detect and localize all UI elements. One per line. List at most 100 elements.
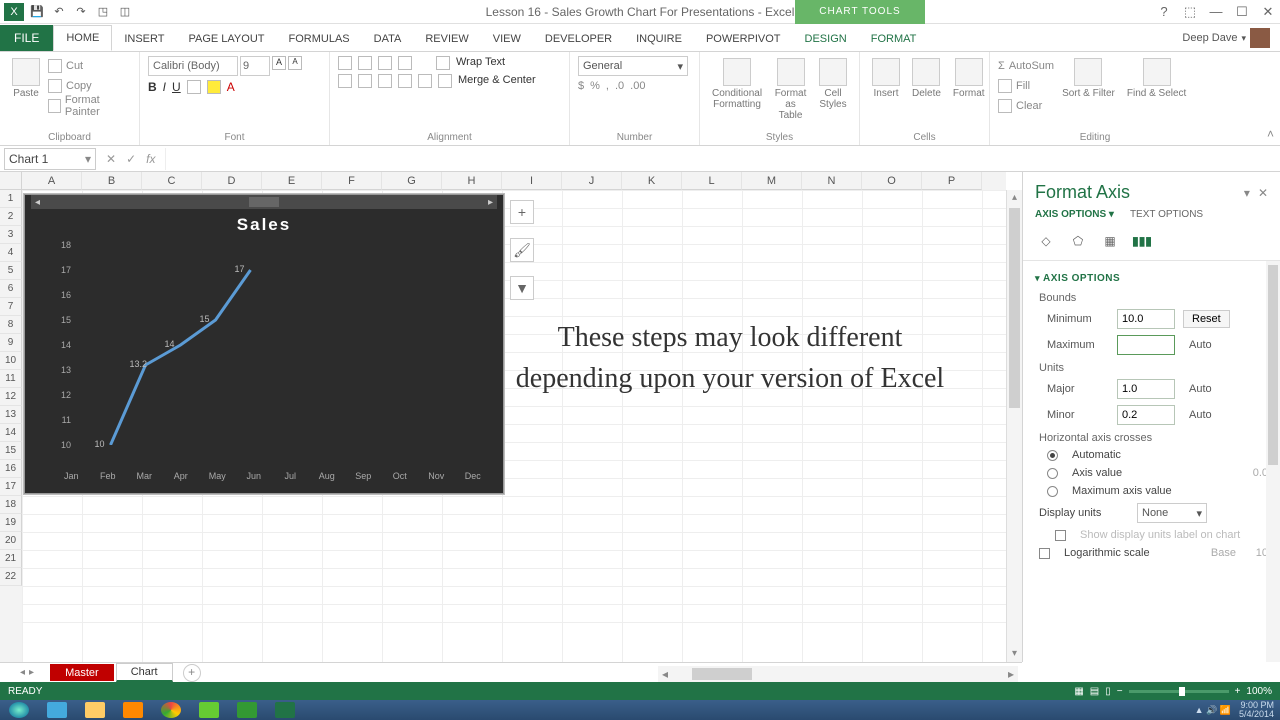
- zoom-in-icon[interactable]: +: [1235, 686, 1241, 697]
- row-header-5[interactable]: 5: [0, 262, 22, 280]
- chart-line-series[interactable]: [111, 270, 251, 445]
- currency-icon[interactable]: $: [578, 80, 584, 92]
- row-header-8[interactable]: 8: [0, 316, 22, 334]
- data-label[interactable]: 17: [235, 264, 245, 274]
- tab-design[interactable]: DESIGN: [793, 27, 859, 51]
- chart-filter-button[interactable]: ▼: [510, 276, 534, 300]
- axis-options-icon[interactable]: ▮▮▮: [1131, 230, 1153, 252]
- tab-review[interactable]: REVIEW: [413, 27, 480, 51]
- row-header-2[interactable]: 2: [0, 208, 22, 226]
- pane-tab-axis-options[interactable]: AXIS OPTIONS ▾: [1035, 209, 1114, 220]
- align-middle-icon[interactable]: [358, 56, 372, 70]
- col-header-K[interactable]: K: [622, 172, 682, 190]
- col-header-E[interactable]: E: [262, 172, 322, 190]
- pane-scroll-thumb[interactable]: [1268, 265, 1278, 465]
- col-header-J[interactable]: J: [562, 172, 622, 190]
- taskbar-utorrent-icon[interactable]: [190, 700, 228, 720]
- tab-formulas[interactable]: FORMULAS: [277, 27, 362, 51]
- close-icon[interactable]: ✕: [1256, 2, 1280, 22]
- dec-decimal-icon[interactable]: .00: [630, 80, 645, 92]
- zoom-level[interactable]: 100%: [1246, 686, 1272, 697]
- tab-powerpivot[interactable]: POWERPIVOT: [694, 27, 793, 51]
- redo-icon[interactable]: ↷: [72, 3, 90, 21]
- font-color-button[interactable]: A: [227, 80, 235, 94]
- col-header-A[interactable]: A: [22, 172, 82, 190]
- hcross-auto-radio[interactable]: Automatic: [1035, 446, 1268, 464]
- col-header-G[interactable]: G: [382, 172, 442, 190]
- pane-close-icon[interactable]: ✕: [1258, 186, 1268, 200]
- data-label[interactable]: 13.2: [130, 359, 148, 369]
- fx-icon[interactable]: fx: [146, 152, 155, 166]
- format-painter-button[interactable]: Format Painter: [48, 96, 131, 116]
- zoom-slider[interactable]: [1129, 690, 1229, 693]
- maximize-icon[interactable]: ☐: [1230, 2, 1254, 22]
- pane-options-icon[interactable]: ▾: [1244, 186, 1250, 200]
- minimum-reset-button[interactable]: Reset: [1183, 310, 1230, 328]
- chart-scroll-thumb[interactable]: [249, 197, 279, 207]
- excel-icon[interactable]: X: [4, 3, 24, 21]
- col-header-I[interactable]: I: [502, 172, 562, 190]
- hcross-value-radio[interactable]: Axis value0.0: [1035, 464, 1268, 482]
- number-format-select[interactable]: General▾: [578, 56, 688, 76]
- align-left-icon[interactable]: [338, 74, 352, 88]
- align-top-icon[interactable]: [338, 56, 352, 70]
- vertical-scrollbar[interactable]: ▴ ▾: [1006, 190, 1022, 662]
- tray-icons[interactable]: ▲ 🔊 📶: [1195, 705, 1231, 716]
- data-label[interactable]: 14: [165, 339, 175, 349]
- border-button[interactable]: [187, 80, 201, 94]
- horizontal-scrollbar[interactable]: ◂ ▸: [658, 666, 1018, 682]
- scroll-down-icon[interactable]: ▾: [1007, 646, 1022, 662]
- col-header-C[interactable]: C: [142, 172, 202, 190]
- hscroll-left-icon[interactable]: ◂: [658, 667, 672, 681]
- find-select-button[interactable]: Find & Select: [1123, 56, 1190, 101]
- sheet-tab-chart[interactable]: Chart: [116, 663, 173, 682]
- minimum-input[interactable]: [1117, 309, 1175, 329]
- hcross-max-radio[interactable]: Maximum axis value: [1035, 482, 1268, 500]
- row-header-17[interactable]: 17: [0, 478, 22, 496]
- chart-elements-button[interactable]: +: [510, 200, 534, 224]
- row-header-11[interactable]: 11: [0, 370, 22, 388]
- italic-button[interactable]: I: [163, 80, 166, 94]
- taskbar-ie-icon[interactable]: [38, 700, 76, 720]
- taskbar-chrome-icon[interactable]: [152, 700, 190, 720]
- formula-input[interactable]: [165, 148, 1280, 170]
- qat-icon-2[interactable]: ◫: [116, 3, 134, 21]
- orientation-icon[interactable]: [398, 56, 412, 70]
- pane-scrollbar[interactable]: [1266, 261, 1280, 662]
- tab-developer[interactable]: DEVELOPER: [533, 27, 624, 51]
- sheet-nav-first-icon[interactable]: ◂: [20, 667, 25, 678]
- col-header-D[interactable]: D: [202, 172, 262, 190]
- col-header-B[interactable]: B: [82, 172, 142, 190]
- row-header-22[interactable]: 22: [0, 568, 22, 586]
- align-right-icon[interactable]: [378, 74, 392, 88]
- insert-cells-button[interactable]: Insert: [868, 56, 904, 101]
- cell-styles-button[interactable]: Cell Styles: [815, 56, 851, 112]
- bold-button[interactable]: B: [148, 80, 157, 94]
- hscroll-thumb[interactable]: [692, 668, 752, 680]
- conditional-formatting-button[interactable]: Conditional Formatting: [708, 56, 766, 112]
- tab-home[interactable]: HOME: [53, 25, 112, 51]
- row-header-21[interactable]: 21: [0, 550, 22, 568]
- tab-page-layout[interactable]: PAGE LAYOUT: [176, 27, 276, 51]
- minimize-icon[interactable]: —: [1204, 2, 1228, 22]
- row-header-10[interactable]: 10: [0, 352, 22, 370]
- percent-icon[interactable]: %: [590, 80, 600, 92]
- row-header-14[interactable]: 14: [0, 424, 22, 442]
- indent-dec-icon[interactable]: [398, 74, 412, 88]
- ribbon-options-icon[interactable]: ⬚: [1178, 2, 1202, 22]
- save-icon[interactable]: 💾: [28, 3, 46, 21]
- col-header-O[interactable]: O: [862, 172, 922, 190]
- row-header-4[interactable]: 4: [0, 244, 22, 262]
- data-label[interactable]: 15: [200, 314, 210, 324]
- underline-button[interactable]: U: [172, 80, 181, 94]
- row-header-3[interactable]: 3: [0, 226, 22, 244]
- cancel-formula-icon[interactable]: ✕: [106, 152, 116, 166]
- normal-view-icon[interactable]: ▦: [1074, 686, 1083, 697]
- chart-scroll-left-icon[interactable]: ◂: [35, 197, 40, 208]
- zoom-out-icon[interactable]: −: [1117, 686, 1123, 697]
- chart-scroll-right-icon[interactable]: ▸: [488, 197, 493, 208]
- sheet-tab-master[interactable]: Master: [50, 664, 114, 681]
- row-header-18[interactable]: 18: [0, 496, 22, 514]
- tab-insert[interactable]: INSERT: [112, 27, 176, 51]
- taskbar-media-icon[interactable]: [114, 700, 152, 720]
